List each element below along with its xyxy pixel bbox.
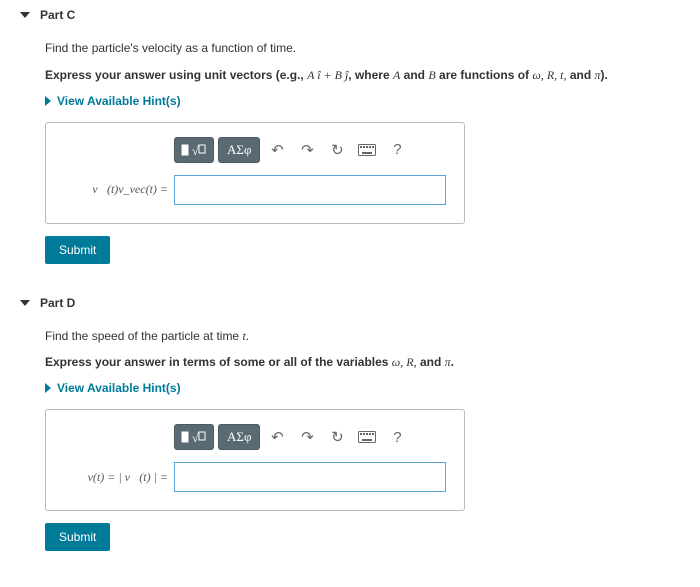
- input-row: v⃗(t)v_vec(t) =: [64, 175, 446, 205]
- question-text: Find the particle's velocity as a functi…: [45, 40, 655, 57]
- help-button[interactable]: ?: [384, 424, 410, 450]
- express-suffix: are functions of: [436, 68, 533, 82]
- reset-button[interactable]: ↻: [324, 424, 350, 450]
- keyboard-button[interactable]: [354, 137, 380, 163]
- express-mid: , where: [348, 68, 393, 82]
- svg-text:√: √: [192, 431, 199, 445]
- redo-button[interactable]: ↷: [294, 137, 320, 163]
- undo-button[interactable]: ↶: [264, 424, 290, 450]
- greek-button[interactable]: ΑΣφ: [218, 137, 260, 163]
- equation-toolbar: √ ΑΣφ ↶ ↷ ↻ ?: [174, 137, 446, 163]
- express-tail-and: and: [567, 68, 595, 82]
- chevron-down-icon: [20, 12, 30, 18]
- undo-button[interactable]: ↶: [264, 137, 290, 163]
- part-c: Part C Find the particle's velocity as a…: [0, 0, 700, 278]
- view-hints-link[interactable]: View Available Hint(s): [45, 381, 655, 395]
- answer-lhs: v⃗(t)v_vec(t) =: [64, 182, 174, 197]
- keyboard-icon: [358, 144, 376, 156]
- express-var-b: B: [428, 68, 435, 82]
- answer-box: √ ΑΣφ ↶ ↷ ↻ ? v(t) = | v⃗(t) | =: [45, 409, 465, 511]
- help-button[interactable]: ?: [384, 137, 410, 163]
- part-d: Part D Find the speed of the particle at…: [0, 288, 700, 566]
- chevron-down-icon: [20, 300, 30, 306]
- part-d-title: Part D: [40, 296, 75, 310]
- express-close: ).: [601, 68, 608, 82]
- templates-button[interactable]: √: [174, 137, 214, 163]
- express-tail-vars: ω, R,: [392, 355, 417, 369]
- templates-icon: √: [181, 429, 207, 445]
- reset-button[interactable]: ↻: [324, 137, 350, 163]
- part-c-header[interactable]: Part C: [0, 0, 700, 30]
- express-instructions: Express your answer in terms of some or …: [45, 354, 655, 371]
- express-close: .: [451, 355, 454, 369]
- greek-button[interactable]: ΑΣφ: [218, 424, 260, 450]
- triangle-right-icon: [45, 96, 51, 106]
- part-c-title: Part C: [40, 8, 75, 22]
- part-d-header[interactable]: Part D: [0, 288, 700, 318]
- answer-input[interactable]: [174, 175, 446, 205]
- view-hints-link[interactable]: View Available Hint(s): [45, 94, 655, 108]
- submit-button[interactable]: Submit: [45, 236, 110, 264]
- answer-input[interactable]: [174, 462, 446, 492]
- keyboard-icon: [358, 431, 376, 443]
- templates-icon: √: [181, 142, 207, 158]
- question-text: Find the speed of the particle at time t…: [45, 328, 655, 345]
- templates-button[interactable]: √: [174, 424, 214, 450]
- express-instructions: Express your answer using unit vectors (…: [45, 67, 655, 84]
- part-d-body: Find the speed of the particle at time t…: [0, 318, 700, 566]
- submit-button[interactable]: Submit: [45, 523, 110, 551]
- express-prefix: Express your answer using unit vectors (…: [45, 68, 307, 82]
- hints-label: View Available Hint(s): [57, 381, 181, 395]
- express-and: and: [400, 68, 428, 82]
- keyboard-button[interactable]: [354, 424, 380, 450]
- svg-text:√: √: [192, 144, 199, 158]
- input-row: v(t) = | v⃗(t) | =: [64, 462, 446, 492]
- express-tail-and: and: [417, 355, 445, 369]
- equation-toolbar: √ ΑΣφ ↶ ↷ ↻ ?: [174, 424, 446, 450]
- express-formula: A î + B ĵ: [307, 68, 348, 82]
- part-c-body: Find the particle's velocity as a functi…: [0, 30, 700, 278]
- express-prefix: Express your answer in terms of some or …: [45, 355, 392, 369]
- triangle-right-icon: [45, 383, 51, 393]
- hints-label: View Available Hint(s): [57, 94, 181, 108]
- answer-box: √ ΑΣφ ↶ ↷ ↻ ? v⃗(t)v_vec(t) =: [45, 122, 465, 224]
- redo-button[interactable]: ↷: [294, 424, 320, 450]
- answer-lhs: v(t) = | v⃗(t) | =: [64, 470, 174, 485]
- express-tail-vars: ω, R, t,: [532, 68, 566, 82]
